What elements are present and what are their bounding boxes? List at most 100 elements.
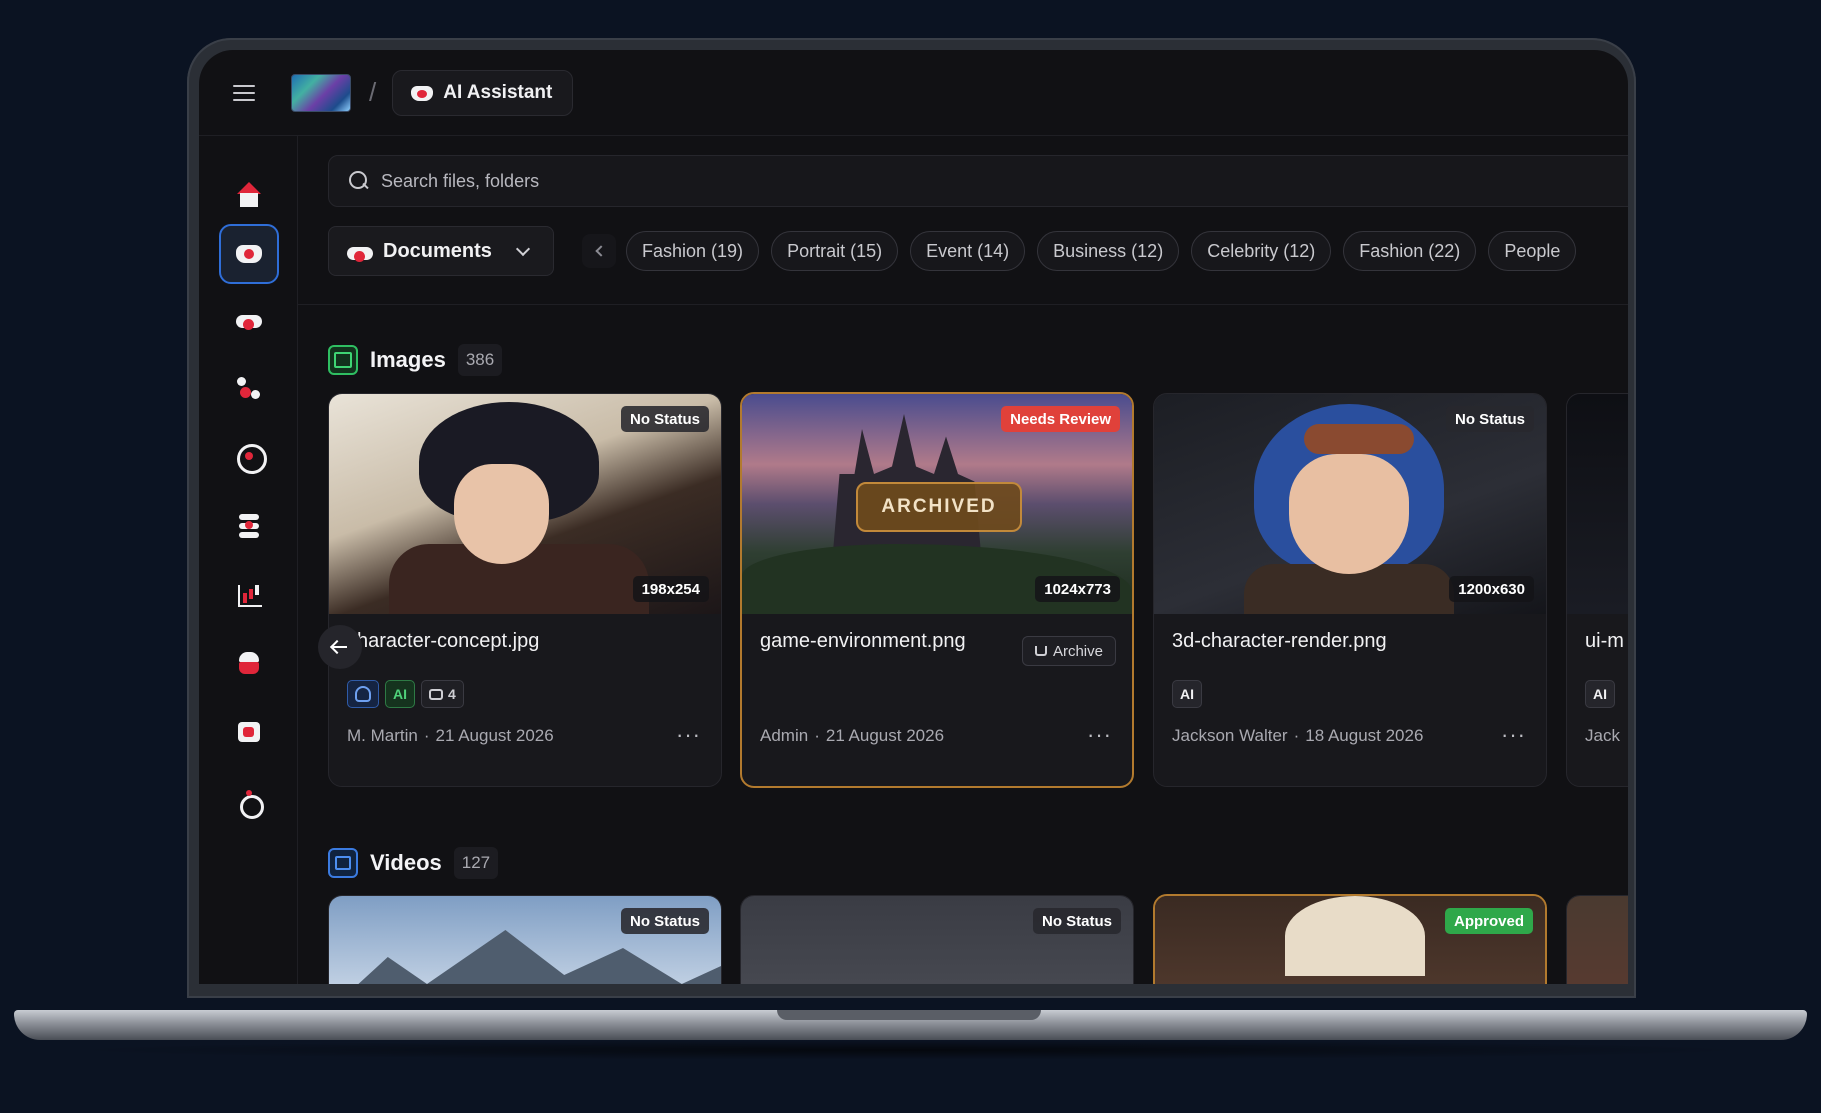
team-icon <box>236 650 262 676</box>
sidebar-item-stack[interactable] <box>219 495 279 555</box>
image-card[interactable]: ui-m AI Jack <box>1566 393 1628 787</box>
date: 18 August 2026 <box>1305 726 1424 745</box>
ring-icon <box>236 790 264 819</box>
card-thumbnail: No Status <box>329 896 721 984</box>
ai-assistant-label: AI Assistant <box>443 81 553 103</box>
dimensions-badge: 1024x773 <box>1035 576 1120 602</box>
user-tag-icon <box>347 680 379 708</box>
meta-separator: · <box>423 726 430 745</box>
status-badge: Needs Review <box>1001 406 1120 432</box>
chip-event[interactable]: Event (14) <box>910 231 1026 271</box>
flow-icon <box>236 375 262 401</box>
video-card[interactable] <box>1566 895 1628 984</box>
archive-button[interactable]: Archive <box>1021 636 1116 666</box>
videos-title: Videos <box>370 850 442 875</box>
file-name: 3d-character-render.png <box>1172 630 1387 652</box>
chip-portrait[interactable]: Portrait (15) <box>771 231 899 271</box>
stack-icon <box>236 512 262 538</box>
chevron-down-icon <box>515 241 530 256</box>
ai-tag: AI <box>1172 680 1202 708</box>
sidebar-item-home[interactable] <box>219 165 279 225</box>
breadcrumb-separator: / <box>369 77 377 107</box>
hamburger-menu-icon[interactable] <box>233 84 255 101</box>
documents-dropdown[interactable]: Documents <box>328 226 554 276</box>
card-body: 3d-character-render.png AI Jackson Walte… <box>1154 614 1546 774</box>
author: M. Martin <box>347 726 418 745</box>
ai-assistant-breadcrumb[interactable]: AI Assistant <box>392 69 574 116</box>
top-bar: / AI Assistant <box>199 50 1628 136</box>
more-options-icon[interactable]: ··· <box>676 722 701 748</box>
image-card[interactable]: Needs Review ARCHIVED 1024x773 game-envi… <box>740 392 1134 788</box>
file-name: character-concept.jpg <box>347 630 540 652</box>
sidebar-item-flow[interactable] <box>219 358 279 418</box>
ai-tag: AI <box>385 680 415 708</box>
workspace-thumbnail[interactable] <box>291 73 351 112</box>
video-card[interactable]: No Status <box>740 895 1134 984</box>
video-card[interactable]: Approved <box>1153 894 1547 984</box>
chevron-left-icon <box>595 245 607 257</box>
image-card[interactable]: No Status 1200x630 3d-character-render.p… <box>1153 393 1547 787</box>
sidebar-item-cloud[interactable] <box>219 290 279 350</box>
search-icon <box>349 171 369 191</box>
carousel-prev-button[interactable] <box>318 625 362 669</box>
sidebar-item-analytics[interactable] <box>219 564 279 624</box>
sidebar <box>199 136 298 984</box>
chip-people[interactable]: People <box>1488 231 1577 271</box>
sidebar-item-ai-assistant[interactable] <box>219 224 279 284</box>
gamepad-icon <box>236 241 262 267</box>
card-thumbnail: No Status 198x254 <box>329 394 721 614</box>
search-bar[interactable] <box>328 155 1628 207</box>
file-name: ui-m <box>1585 630 1624 652</box>
sidebar-item-media[interactable] <box>219 702 279 762</box>
author: Jackson Walter <box>1172 726 1288 745</box>
author: Admin <box>760 726 809 745</box>
chip-business[interactable]: Business (12) <box>1037 231 1180 271</box>
chips-scroll-left-button[interactable] <box>582 234 616 268</box>
images-section-header: Images 386 <box>328 344 503 376</box>
status-badge: No Status <box>1445 406 1534 432</box>
globe-icon <box>236 443 267 474</box>
author: Jack <box>1585 726 1620 745</box>
card-body: ui-m AI Jack <box>1567 614 1628 774</box>
sidebar-item-team[interactable] <box>219 633 279 693</box>
card-meta: Admin · 21 August 2026 <box>760 726 944 746</box>
video-icon <box>328 848 358 878</box>
date: 21 August 2026 <box>825 726 945 745</box>
meta-separator: · <box>1293 726 1300 745</box>
card-thumbnail <box>1567 394 1628 614</box>
divider <box>298 304 1628 305</box>
category-chips: Fashion (19) Portrait (15) Event (14) Bu… <box>626 231 1577 271</box>
card-meta: M. Martin · 21 August 2026 <box>347 726 554 746</box>
image-icon <box>328 345 358 375</box>
sidebar-item-globe[interactable] <box>219 426 279 486</box>
film-icon <box>236 719 262 745</box>
image-card[interactable]: No Status 198x254 character-concept.jpg … <box>328 393 722 787</box>
more-options-icon[interactable]: ··· <box>1501 722 1526 748</box>
videos-section-header: Videos 127 <box>328 847 499 879</box>
search-input[interactable] <box>381 170 1281 192</box>
chart-icon <box>236 581 262 607</box>
chip-fashion-2[interactable]: Fashion (22) <box>1343 231 1477 271</box>
video-card[interactable]: No Status <box>328 895 722 984</box>
dimensions-badge: 1200x630 <box>1449 576 1534 602</box>
gamepad-icon <box>411 83 434 103</box>
chip-celebrity[interactable]: Celebrity (12) <box>1191 231 1332 271</box>
tag-row: AI <box>1585 680 1615 708</box>
archived-overlay: ARCHIVED <box>856 482 1022 532</box>
more-options-icon[interactable]: ··· <box>1087 722 1112 748</box>
images-count: 386 <box>457 344 503 376</box>
sidebar-item-record[interactable] <box>219 773 279 833</box>
laptop-notch <box>777 1010 1041 1020</box>
status-badge: No Status <box>1032 908 1121 934</box>
card-thumbnail <box>1567 896 1628 984</box>
laptop-shadow <box>60 1040 1760 1060</box>
chip-fashion[interactable]: Fashion (19) <box>626 231 760 271</box>
card-body: game-environment.png Archive Admin · 21 Au… <box>742 614 1132 774</box>
archive-icon <box>1034 646 1047 656</box>
ai-tag: AI <box>1585 680 1615 708</box>
tag-row: AI <box>1172 680 1202 708</box>
card-thumbnail: Approved <box>1155 896 1545 984</box>
home-icon <box>236 182 262 208</box>
comments-tag[interactable]: 4 <box>421 680 464 708</box>
status-badge: No Status <box>620 406 709 432</box>
